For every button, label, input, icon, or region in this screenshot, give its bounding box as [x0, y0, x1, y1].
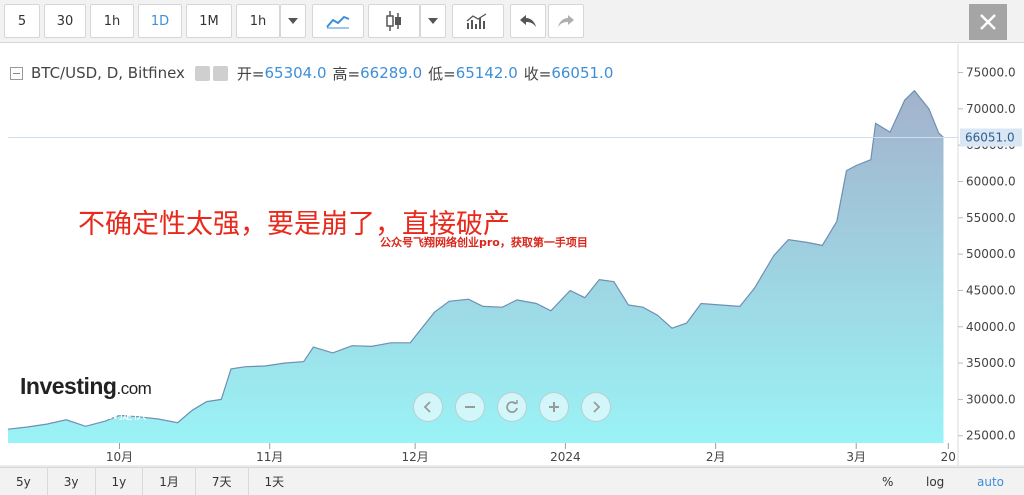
chevron-right-icon [593, 401, 601, 413]
range-7d-button[interactable]: 7天 [196, 467, 249, 495]
high-label: 高= [332, 64, 361, 83]
price-tick-label: 25000.0 [966, 429, 1016, 443]
time-tick-label: 12月 [402, 450, 429, 464]
scroll-right-button[interactable] [581, 392, 611, 422]
eye-icon[interactable] [194, 65, 210, 81]
zoom-in-button[interactable] [539, 392, 569, 422]
candlestick-icon [386, 11, 401, 31]
time-tick-label: 3月 [846, 450, 866, 464]
chart-toolbar: 5 30 1h 1D 1M 1h [0, 0, 1024, 43]
last-price-label: 66051.0 [965, 131, 1015, 145]
interval-5-button[interactable]: 5 [4, 4, 40, 38]
zoom-out-button[interactable] [455, 392, 485, 422]
close-label: 收= [523, 64, 552, 83]
logo-dotcom: .com [116, 379, 152, 398]
redo-button[interactable] [548, 4, 584, 38]
open-value: 65304.0 [264, 64, 327, 82]
interval-1d-button[interactable]: 1D [138, 4, 182, 38]
area-chart-button[interactable] [312, 4, 364, 38]
chart-legend: BTC/USD, D, Bitfinex 开= 65304.0 高= 66289… [10, 61, 613, 85]
range-1d-button[interactable]: 1天 [249, 468, 301, 495]
price-tick-label: 55000.0 [966, 211, 1016, 225]
price-tick-label: 30000.0 [966, 392, 1016, 406]
range-3y-button[interactable]: 3y [48, 467, 96, 495]
logo-brand: Investing [20, 373, 117, 399]
candlestick-button[interactable] [368, 4, 420, 38]
undo-icon [520, 15, 536, 27]
minus-icon [465, 406, 475, 408]
area-chart-icon [326, 15, 350, 29]
range-1m-button[interactable]: 1月 [143, 467, 196, 495]
reset-icon [506, 400, 518, 413]
interval-1h-dropdown[interactable]: 1h [236, 4, 280, 38]
time-tick-label: 2月 [706, 450, 726, 464]
high-value: 66289.0 [360, 64, 423, 82]
auto-scale-button[interactable]: auto [977, 468, 1004, 495]
price-tick-label: 45000.0 [966, 283, 1016, 297]
low-value: 65142.0 [455, 64, 518, 82]
collapse-legend-icon[interactable] [10, 66, 23, 80]
investing-logo: Investing.com 由TradingView提供 [20, 373, 152, 424]
interval-dropdown-arrow[interactable] [280, 4, 306, 38]
watermark-text: 公众号飞翔网络创业pro，获取第一手项目 [380, 236, 588, 249]
time-tick-label: 11月 [256, 450, 283, 464]
indicators-button[interactable] [452, 4, 504, 38]
range-5y-button[interactable]: 5y [0, 467, 48, 495]
price-tick-label: 40000.0 [966, 320, 1016, 334]
interval-1h-button[interactable]: 1h [90, 4, 134, 38]
price-tick-label: 75000.0 [966, 66, 1016, 80]
logo-provider: 由TradingView提供 [20, 407, 147, 423]
interval-30-button[interactable]: 30 [44, 4, 86, 38]
redo-icon [558, 15, 574, 27]
close-icon [980, 14, 996, 30]
price-area-chart[interactable]: 25000.0 30000.0 35000.0 40000.0 45000.0 50000… [0, 44, 1024, 495]
price-tick-label: 70000.0 [966, 102, 1016, 116]
log-scale-button[interactable]: log [926, 468, 944, 495]
price-tick-label: 60000.0 [966, 174, 1016, 188]
time-tick-label: 20 [941, 450, 956, 464]
price-chart-panel: 25000.0 30000.0 35000.0 40000.0 45000.0 50000… [0, 44, 1024, 495]
low-label: 低= [428, 64, 456, 83]
reset-button[interactable] [497, 392, 527, 422]
close-button[interactable] [969, 4, 1007, 40]
settings-icon[interactable] [212, 65, 228, 81]
price-axis[interactable]: 25000.0 30000.0 35000.0 40000.0 45000.0 50000… [958, 66, 1016, 443]
chart-type-dropdown-arrow[interactable] [420, 4, 446, 38]
indicators-icon [466, 13, 487, 29]
price-tick-label: 35000.0 [966, 356, 1016, 370]
time-axis[interactable]: 10月 11月 12月 2024 2月 3月 20 [106, 443, 956, 464]
plus-icon [549, 402, 559, 412]
interval-1m-button[interactable]: 1M [186, 4, 232, 38]
price-tick-label: 50000.0 [966, 247, 1016, 261]
range-1y-button[interactable]: 1y [96, 467, 144, 495]
undo-button[interactable] [510, 4, 546, 38]
time-tick-label: 10月 [106, 450, 133, 464]
chevron-down-icon [288, 18, 298, 24]
time-tick-label: 2024 [550, 450, 581, 464]
scroll-left-button[interactable] [413, 392, 443, 422]
open-label: 开= [236, 64, 265, 83]
range-bar: 5y 3y 1y 1月 7天 1天 % log auto [0, 467, 1024, 495]
last-price-tag: 66051.0 [960, 128, 1022, 147]
chevron-down-icon [428, 18, 438, 24]
close-value: 66051.0 [551, 64, 614, 82]
percent-scale-button[interactable]: % [882, 468, 893, 495]
symbol-title: BTC/USD, D, Bitfinex [31, 64, 185, 82]
chevron-left-icon [423, 401, 431, 413]
